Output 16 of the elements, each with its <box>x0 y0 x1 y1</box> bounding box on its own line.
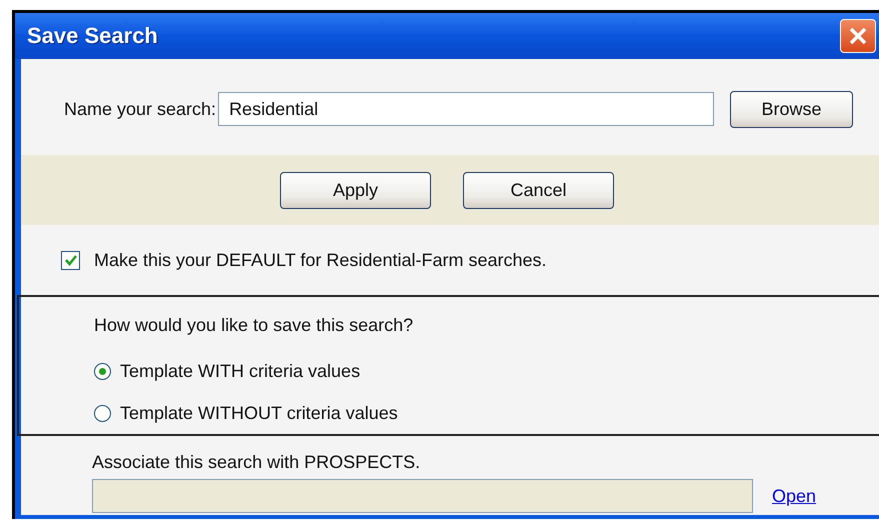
radio-label: Template WITHOUT criteria values <box>120 402 398 424</box>
radio-button[interactable] <box>94 362 111 380</box>
cancel-button[interactable]: Cancel <box>463 172 614 208</box>
close-button[interactable] <box>840 19 876 53</box>
name-field[interactable]: Residential <box>218 92 714 126</box>
apply-button[interactable]: Apply <box>280 172 431 208</box>
browse-button[interactable]: Browse <box>730 90 854 128</box>
prospects-label: Associate this search with PROSPECTS. <box>92 452 422 473</box>
close-icon <box>847 25 869 47</box>
radio-button[interactable] <box>94 404 111 422</box>
question-text: How would you like to save this search? <box>94 315 414 336</box>
window-title: Save Search <box>27 23 158 49</box>
field-label: Name your search: <box>64 98 216 120</box>
checkbox-label: Make this your DEFAULT for Residential-Farm searches. <box>94 250 546 270</box>
checkbox[interactable] <box>61 250 80 270</box>
radio-label: Template WITH criteria values <box>120 360 360 382</box>
